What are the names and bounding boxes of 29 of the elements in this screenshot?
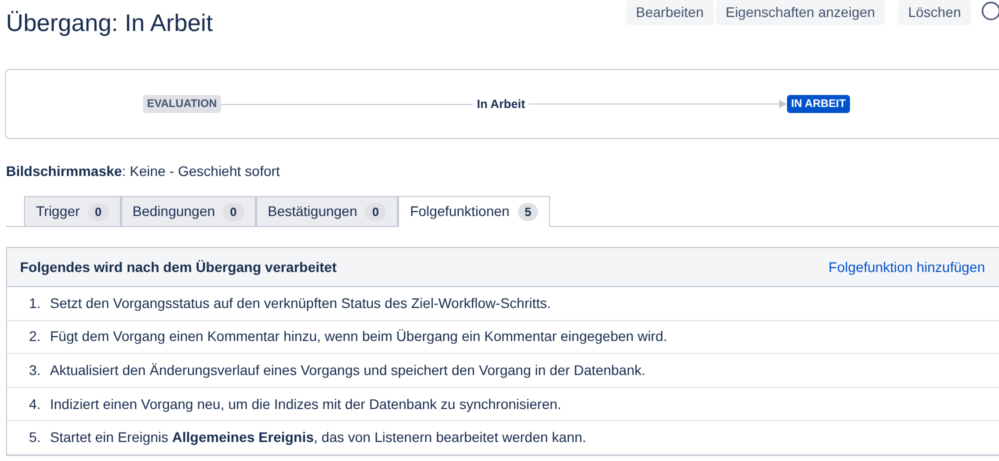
- panel-heading: Folgendes wird nach dem Übergang verarbeitet: [20, 258, 337, 277]
- screen-info: Bildschirmmaske: Keine - Geschieht sofort: [6, 162, 281, 181]
- add-function-link[interactable]: Folgefunktion hinzufügen: [828, 256, 985, 278]
- function-description: Startet ein Ereignis Allgemeines Ereignis, das von Listenern bearbeitet werden kann.: [50, 428, 586, 448]
- help-icon[interactable]: [981, 1, 999, 21]
- count-badge: 5: [518, 202, 538, 220]
- action-button[interactable]: Eigenschaften anzeigen: [716, 0, 886, 25]
- status-lozenge: IN ARBEIT: [787, 94, 850, 114]
- item-number: 5.: [29, 428, 42, 448]
- tab[interactable]: Folgefunktionen 5: [398, 196, 550, 227]
- transition-label: In Arbeit: [476, 96, 526, 113]
- tab[interactable]: Bedingungen 0: [120, 196, 256, 227]
- count-badge: 0: [365, 202, 386, 220]
- status-lozenge: EVALUATION: [143, 94, 221, 114]
- item-number: 2.: [29, 327, 42, 346]
- action-button[interactable]: Löschen: [898, 0, 971, 25]
- page-title: Übergang: In Arbeit: [6, 9, 213, 39]
- item-number: 1.: [29, 294, 42, 313]
- function-description: Fügt dem Vorgang einen Kommentar hinzu, wenn beim Übergang ein Kommentar eingegeben wird.: [50, 327, 668, 346]
- function-description: Setzt den Vorgangsstatus auf den verknüpften Status des Ziel-Workflow-Schritts.: [50, 294, 551, 313]
- count-badge: 0: [88, 202, 109, 220]
- function-description: Indiziert einen Vorgang neu, um die Indizes mit der Datenbank zu synchronisieren.: [50, 394, 562, 414]
- item-number: 4.: [29, 394, 42, 414]
- function-description: Aktualisiert den Änderungsverlauf eines Vorgangs und speichert den Vorgang in der Datenbank.: [50, 360, 646, 380]
- tab[interactable]: Trigger 0: [24, 196, 121, 227]
- action-button[interactable]: Bearbeiten: [626, 0, 714, 25]
- tab[interactable]: Bestätigungen 0: [256, 196, 398, 227]
- item-number: 3.: [29, 360, 42, 380]
- count-badge: 0: [223, 202, 244, 220]
